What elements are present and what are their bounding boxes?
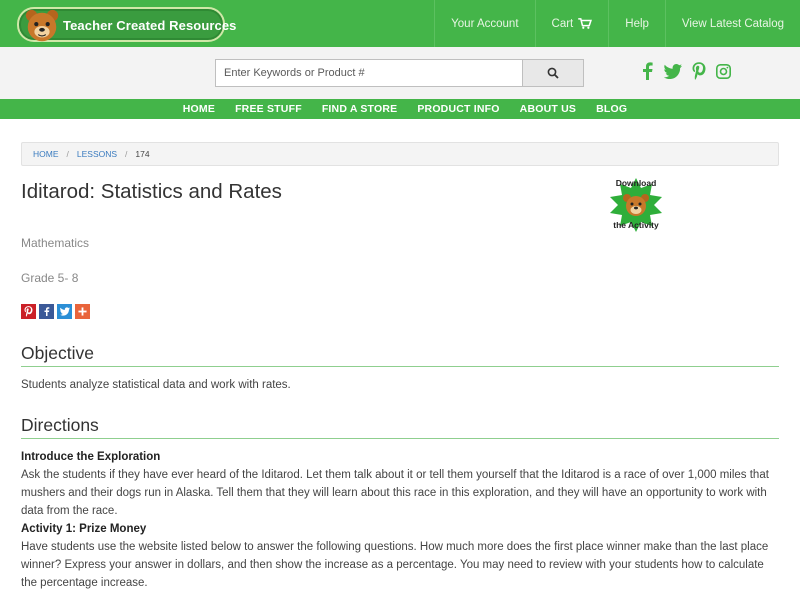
main-nav: HOME FREE STUFF FIND A STORE PRODUCT INF… [0, 99, 800, 119]
search-icon [547, 67, 559, 79]
intro-heading: Introduce the Exploration [21, 451, 161, 463]
download-label-bottom[interactable]: the Activity [606, 220, 666, 230]
breadcrumb-lessons[interactable]: LESSONS [77, 149, 117, 159]
pinterest-share-icon[interactable] [21, 304, 36, 319]
directions-divider [21, 438, 779, 439]
search-row [0, 47, 800, 99]
search-input[interactable] [215, 59, 523, 87]
bear-mascot-icon [25, 9, 59, 42]
page-title: Iditarod: Statistics and Rates [21, 180, 282, 203]
cart-link[interactable]: Cart [534, 0, 609, 47]
breadcrumb-separator: / [66, 149, 69, 159]
nav-free-stuff[interactable]: FREE STUFF [225, 99, 312, 119]
view-catalog-link[interactable]: View Latest Catalog [664, 0, 800, 47]
cart-icon [578, 18, 593, 29]
help-link[interactable]: Help [608, 0, 665, 47]
activity1-heading: Activity 1: Prize Money [21, 523, 147, 535]
your-account-link[interactable]: Your Account [434, 0, 534, 47]
breadcrumb-current: 174 [135, 149, 150, 159]
facebook-glyph-icon [44, 307, 50, 316]
cart-label: Cart [551, 17, 574, 30]
breadcrumb-separator: / [125, 149, 128, 159]
twitter-share-icon[interactable] [57, 304, 72, 319]
nav-home[interactable]: HOME [173, 99, 225, 119]
nav-about-us[interactable]: ABOUT US [510, 99, 586, 119]
more-share-icon[interactable] [75, 304, 90, 319]
download-label-top[interactable]: Download [606, 178, 666, 188]
instagram-icon[interactable] [716, 63, 731, 79]
twitter-glyph-icon [59, 307, 70, 316]
nav-blog[interactable]: BLOG [586, 99, 637, 119]
intro-text: Ask the students if they have ever heard… [21, 469, 769, 517]
help-label: Help [625, 17, 649, 30]
logo-text: Teacher Created Resources [63, 18, 237, 33]
objective-divider [21, 366, 779, 367]
view-catalog-label: View Latest Catalog [681, 17, 784, 30]
site-logo[interactable]: Teacher Created Resources [17, 7, 236, 42]
breadcrumb-home[interactable]: HOME [33, 149, 59, 159]
breadcrumb: HOME / LESSONS / 174 [21, 142, 779, 166]
nav-product-info[interactable]: PRODUCT INFO [407, 99, 509, 119]
your-account-label: Your Account [451, 17, 519, 30]
plus-icon [78, 307, 87, 316]
top-bar: Teacher Created Resources Your Account C… [0, 0, 800, 47]
directions-body: Introduce the Exploration Ask the studen… [21, 448, 781, 592]
nav-find-a-store[interactable]: FIND A STORE [312, 99, 408, 119]
search-button[interactable] [522, 59, 584, 87]
pinterest-glyph-icon [24, 306, 33, 317]
facebook-share-icon[interactable] [39, 304, 54, 319]
share-buttons [21, 304, 90, 319]
twitter-icon[interactable] [664, 63, 682, 79]
account-nav: Your Account Cart Help View Latest Catal… [434, 0, 800, 47]
social-links [640, 62, 731, 80]
lesson-subject: Mathematics [21, 236, 90, 250]
lesson-grade: Grade 5- 8 [21, 271, 79, 285]
facebook-icon[interactable] [640, 62, 654, 80]
pinterest-icon[interactable] [692, 62, 706, 80]
objective-heading: Objective [21, 343, 94, 363]
objective-text: Students analyze statistical data and wo… [21, 379, 291, 391]
directions-heading: Directions [21, 415, 99, 435]
activity1-text: Have students use the website listed bel… [21, 541, 769, 589]
